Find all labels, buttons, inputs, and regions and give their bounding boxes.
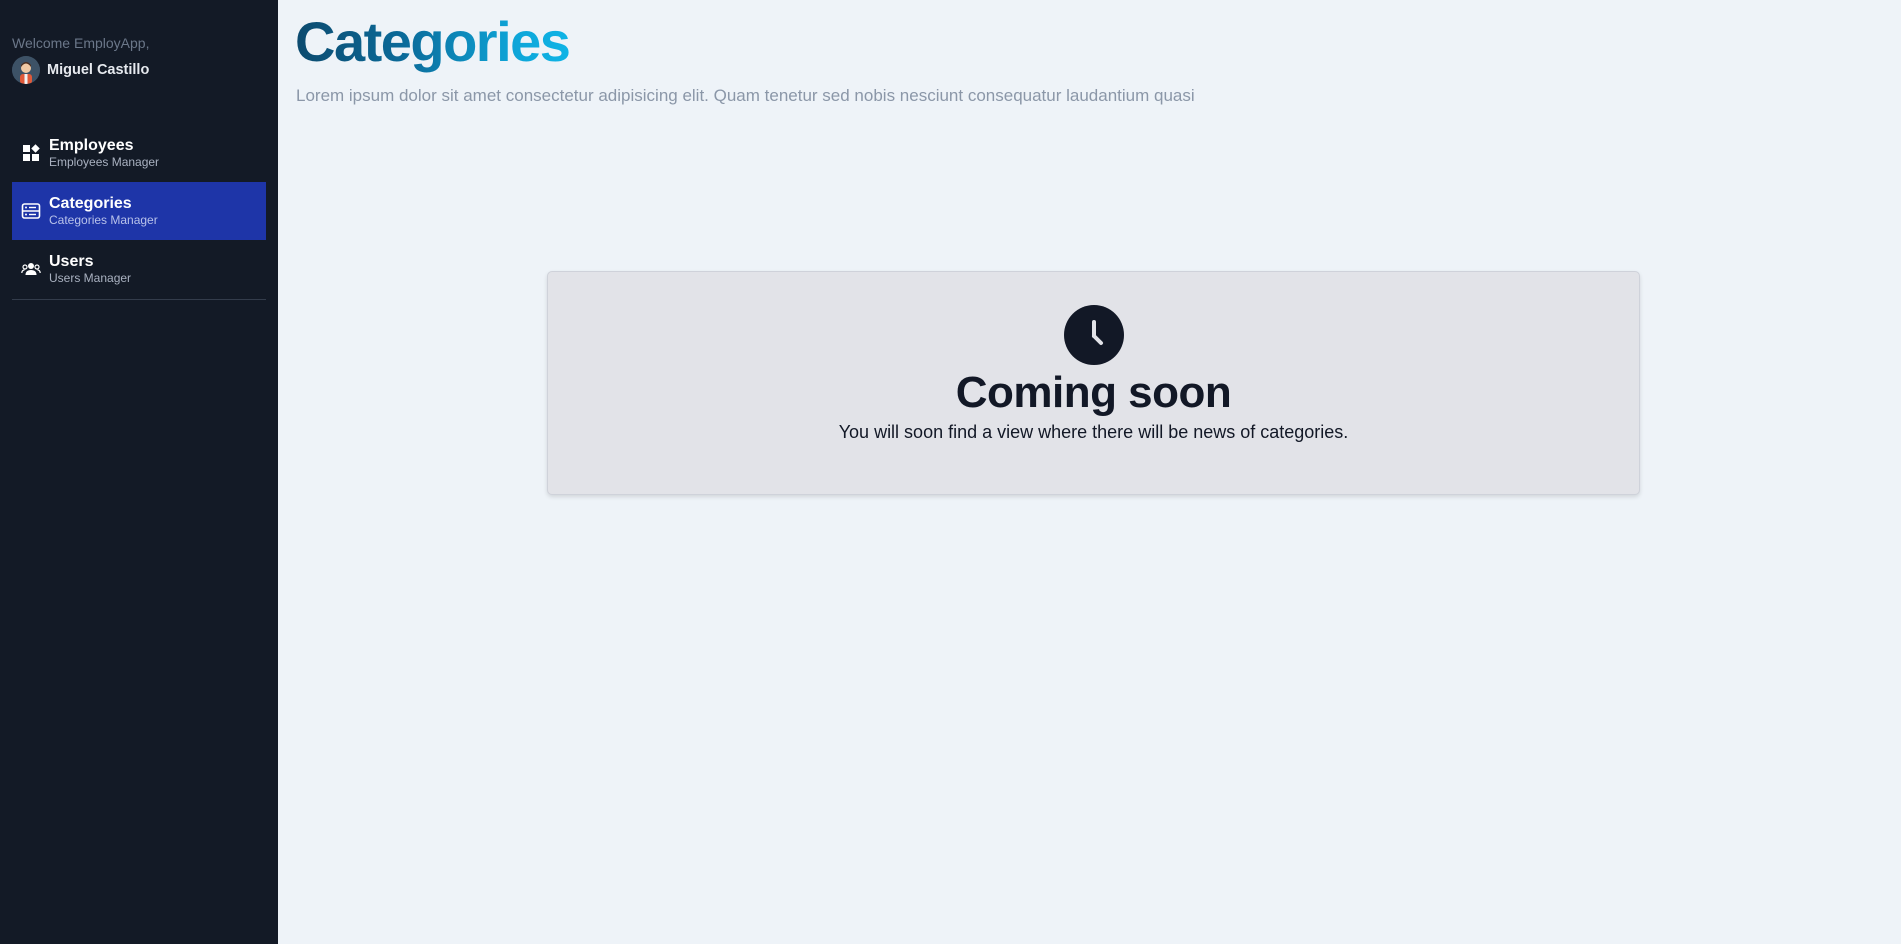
welcome-text: Welcome EmployApp,	[12, 35, 150, 51]
main-content: Categories Lorem ipsum dolor sit amet co…	[278, 0, 1901, 944]
sidebar-item-users[interactable]: Users Users Manager	[12, 240, 266, 298]
sidebar-divider	[12, 299, 266, 300]
sidebar-item-title: Employees	[49, 136, 134, 154]
users-icon	[20, 258, 42, 280]
clock-icon	[1063, 305, 1124, 365]
user-name: Miguel Castillo	[47, 62, 150, 78]
list-icon	[20, 200, 42, 222]
coming-soon-text: You will soon find a view where there wi…	[838, 422, 1349, 442]
sidebar-nav: Employees Employees Manager Categories C…	[12, 124, 266, 300]
sidebar-item-title: Users	[49, 252, 94, 270]
sidebar-item-subtitle: Users Manager	[49, 270, 132, 285]
sidebar-item-title: Categories	[49, 194, 132, 212]
coming-soon-card: Coming soon You will soon find a view wh…	[547, 271, 1640, 495]
sidebar-item-categories[interactable]: Categories Categories Manager	[12, 182, 266, 240]
sidebar: Welcome EmployApp, Miguel Castillo Emplo…	[0, 0, 278, 944]
page-title: Categories	[295, 10, 571, 73]
coming-soon-title: Coming soon	[955, 368, 1232, 417]
page-description: Lorem ipsum dolor sit amet consectetur a…	[296, 86, 1195, 105]
sidebar-item-subtitle: Employees Manager	[49, 154, 160, 169]
dashboard-icon	[20, 142, 42, 164]
avatar[interactable]	[12, 56, 40, 84]
user-profile[interactable]: Miguel Castillo	[12, 56, 266, 84]
sidebar-item-subtitle: Categories Manager	[49, 212, 158, 227]
avatar-icon	[12, 56, 40, 84]
sidebar-item-employees[interactable]: Employees Employees Manager	[12, 124, 266, 182]
